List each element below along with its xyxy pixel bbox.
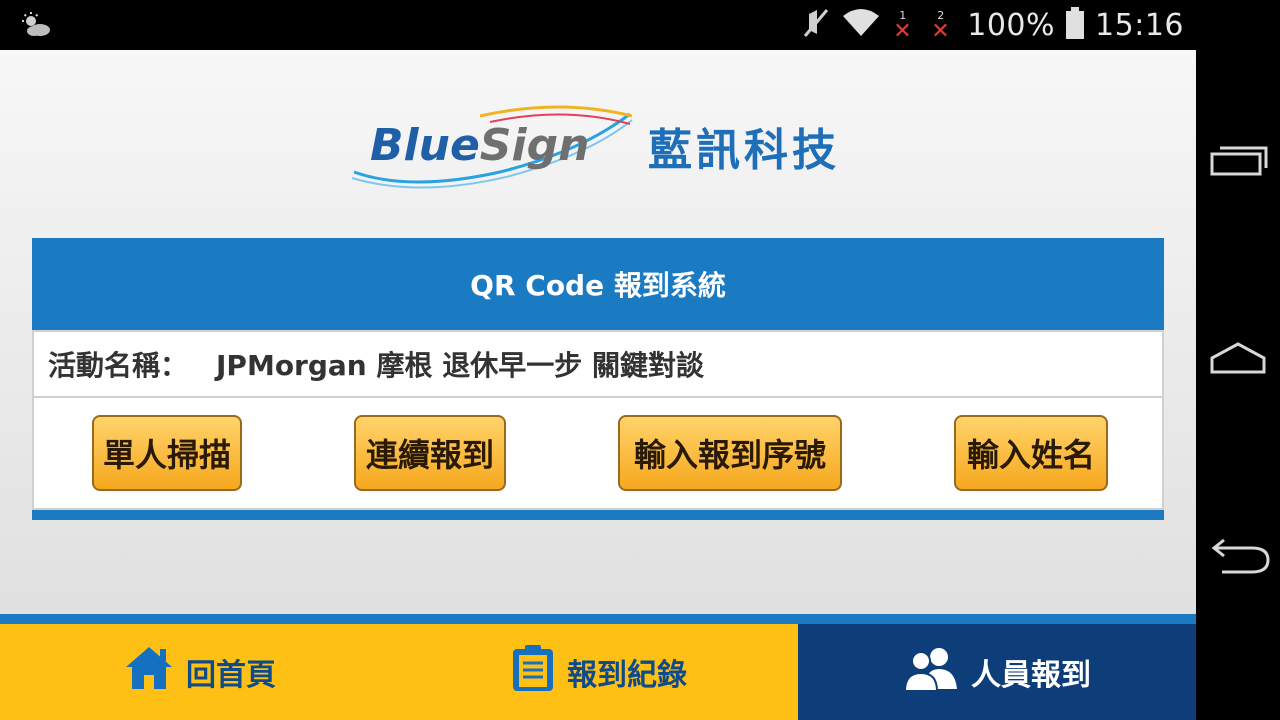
single-scan-button[interactable]: 單人掃描 [92, 415, 242, 491]
logo-chinese-name: 藍訊科技 [648, 125, 840, 176]
status-icons: 1 ✕ 2 ✕ 100% 15:16 [801, 0, 1184, 50]
checkin-panel: QR Code 報到系統 活動名稱： JPMorgan 摩根 退休早一步 關鍵對… [32, 238, 1164, 520]
tab-home[interactable]: 回首頁 [0, 624, 400, 720]
sim2-no-signal-icon: 2 ✕ [931, 9, 950, 44]
continuous-checkin-button[interactable]: 連續報到 [354, 415, 506, 491]
battery-icon [1065, 6, 1085, 44]
svg-text:BlueSign: BlueSign [370, 120, 589, 171]
weather-icon [22, 12, 52, 42]
enter-name-button[interactable]: 輸入姓名 [954, 415, 1108, 491]
back-button[interactable] [1208, 532, 1270, 582]
app-screen: BlueSign 藍訊科技 QR Code 報到系統 活動名稱： JPMorga… [0, 50, 1196, 720]
event-info-row: 活動名稱： JPMorgan 摩根 退休早一步 關鍵對談 [32, 330, 1164, 398]
event-name: JPMorgan 摩根 退休早一步 關鍵對談 [216, 349, 704, 382]
clock: 15:16 [1095, 7, 1184, 43]
tab-checkin-label: 人員報到 [971, 658, 1091, 693]
status-bar: 1 ✕ 2 ✕ 100% 15:16 [0, 0, 1196, 50]
back-arrow-icon [1211, 538, 1270, 574]
tab-records[interactable]: 報到紀錄 [400, 624, 798, 720]
navigation-bar [1196, 0, 1280, 720]
bottom-tab-bar: 回首頁 報到紀錄 人員報到 [0, 614, 1196, 720]
bluesign-logo-graphic: BlueSign [351, 105, 633, 189]
users-icon [903, 645, 959, 699]
tab-records-label: 報到紀錄 [567, 658, 687, 693]
wifi-icon [841, 6, 881, 44]
action-button-row: 單人掃描 連續報到 輸入報到序號 輸入姓名 [32, 398, 1164, 510]
event-label: 活動名稱： [48, 349, 189, 382]
home-button[interactable] [1208, 334, 1268, 384]
enter-checkin-number-button[interactable]: 輸入報到序號 [618, 415, 842, 491]
sim1-no-signal-icon: 1 ✕ [893, 9, 912, 44]
clipboard-icon [511, 643, 555, 701]
recent-apps-button[interactable] [1208, 136, 1268, 186]
tab-checkin[interactable]: 人員報到 [798, 624, 1196, 720]
nav-home-icon [1210, 342, 1266, 374]
bluesign-logo: BlueSign 藍訊科技 [350, 102, 870, 192]
recent-apps-icon [1210, 146, 1268, 176]
tab-home-label: 回首頁 [186, 658, 276, 693]
panel-bottom-border [32, 510, 1164, 520]
home-icon [124, 645, 174, 699]
panel-title: QR Code 報到系統 [32, 238, 1164, 330]
mute-icon [801, 6, 831, 44]
tab-bar-divider [0, 614, 1196, 624]
battery-percent: 100% [967, 7, 1056, 43]
